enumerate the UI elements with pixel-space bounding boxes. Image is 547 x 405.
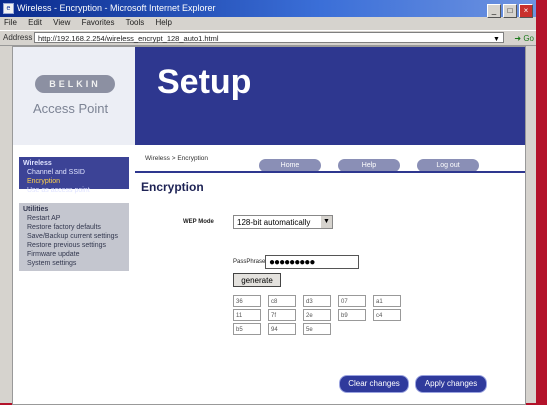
address-label: Address [3, 33, 33, 42]
key-field[interactable]: 2e [303, 309, 331, 321]
header-divider [135, 171, 525, 173]
key-field[interactable]: d3 [303, 295, 331, 307]
sidebar-section-wireless: Wireless Channel and SSID Encryption Use… [19, 157, 129, 194]
sidebar-item-restart[interactable]: Restart AP [19, 214, 129, 223]
go-label: Go [523, 34, 534, 43]
sidebar-item-firmware[interactable]: Firmware update [19, 250, 129, 259]
key-field[interactable]: b9 [338, 309, 366, 321]
page-heading: Setup [157, 63, 252, 101]
sidebar-item-encryption[interactable]: Encryption [19, 177, 129, 186]
address-dropdown-icon[interactable]: ▼ [493, 33, 500, 47]
sidebar-item-factory-defaults[interactable]: Restore factory defaults [19, 223, 129, 232]
section-title: Encryption [141, 180, 204, 194]
address-bar: Address http://192.168.2.254/wireless_en… [0, 30, 536, 46]
product-name: Access Point [33, 101, 109, 116]
apply-changes-button[interactable]: Apply changes [415, 375, 487, 393]
ie-icon: e [3, 3, 14, 15]
browser-window: e Wireless - Encryption - Microsoft Inter… [0, 0, 538, 405]
wep-mode-select[interactable]: 128-bit automatically ▼ [233, 215, 333, 229]
sidebar-heading-wireless: Wireless [23, 160, 52, 167]
main-content: Wireless > Encryption Home Help Log out En… [135, 145, 525, 404]
menu-view[interactable]: View [53, 18, 70, 27]
key-field[interactable]: c8 [268, 295, 296, 307]
sidebar-item-use-as-ap[interactable]: Use as access point [19, 186, 129, 195]
sidebar-item-restore[interactable]: Restore previous settings [19, 241, 129, 250]
sidebar-item-system[interactable]: System settings [19, 259, 129, 268]
passphrase-input[interactable]: ●●●●●●●●● [265, 255, 359, 269]
menu-help[interactable]: Help [156, 18, 172, 27]
minimize-button[interactable]: _ [487, 4, 501, 18]
sidebar-item-backup[interactable]: Save/Backup current settings [19, 232, 129, 241]
wep-mode-label: WEP Mode [183, 219, 214, 225]
title-bar: e Wireless - Encryption - Microsoft Inter… [0, 0, 536, 18]
wep-mode-value: 128-bit automatically [237, 218, 311, 227]
key-field[interactable]: 5e [303, 323, 331, 335]
clear-changes-button[interactable]: Clear changes [339, 375, 409, 393]
chevron-down-icon[interactable]: ▼ [321, 216, 332, 228]
page-header: Setup [135, 47, 525, 145]
window-title: Wireless - Encryption - Microsoft Intern… [17, 3, 216, 13]
sidebar-item-channel[interactable]: Channel and SSID [19, 168, 129, 177]
menu-file[interactable]: File [4, 18, 17, 27]
brand-panel: BELKIN Access Point [13, 47, 135, 145]
key-field[interactable]: 7f [268, 309, 296, 321]
maximize-button[interactable]: □ [503, 4, 517, 18]
passphrase-label: PassPhrase [233, 259, 266, 265]
close-button[interactable]: × [519, 4, 533, 18]
sidebar-section-utilities: Utilities Restart AP Restore factory def… [19, 203, 129, 271]
breadcrumb: Wireless > Encryption [145, 155, 209, 162]
key-field[interactable]: 94 [268, 323, 296, 335]
generate-button[interactable]: generate [233, 273, 281, 287]
sidebar-heading-utilities: Utilities [23, 206, 49, 213]
sidebar: Wireless Channel and SSID Encryption Use… [13, 145, 135, 404]
top-nav-buttons: Home Help Log out [259, 154, 496, 172]
menu-tools[interactable]: Tools [126, 18, 145, 27]
router-page: BELKIN Access Point Setup Wireless Chann… [12, 46, 526, 405]
menu-bar: File Edit View Favorites Tools Help [0, 17, 536, 29]
address-input[interactable]: http://192.168.2.254/wireless_encrypt_12… [34, 32, 504, 43]
key-field[interactable]: 11 [233, 309, 261, 321]
key-field[interactable]: a1 [373, 295, 401, 307]
key-field[interactable]: b5 [233, 323, 261, 335]
belkin-logo: BELKIN [35, 75, 115, 93]
key-field[interactable]: c4 [373, 309, 401, 321]
menu-edit[interactable]: Edit [28, 18, 42, 27]
key-field[interactable]: 36 [233, 295, 261, 307]
go-button[interactable]: ➜ Go [514, 32, 534, 46]
background-edge [536, 0, 547, 403]
menu-favorites[interactable]: Favorites [82, 18, 115, 27]
key-field[interactable]: 07 [338, 295, 366, 307]
